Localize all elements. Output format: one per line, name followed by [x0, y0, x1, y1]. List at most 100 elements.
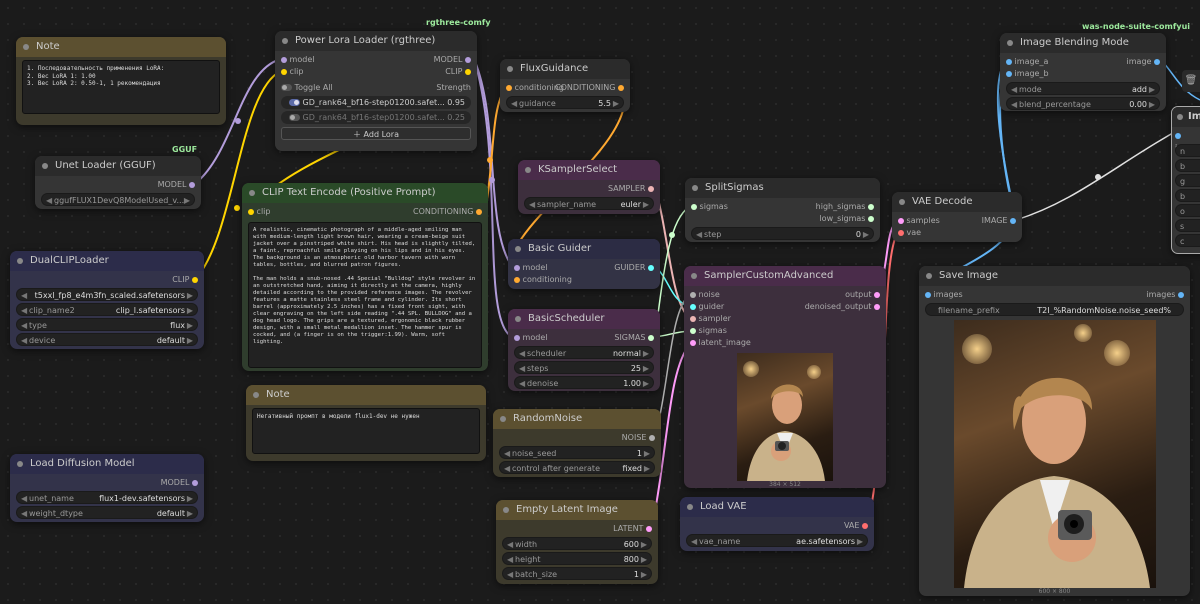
- input-guider[interactable]: guider: [690, 301, 724, 313]
- toggle-all[interactable]: Toggle All: [281, 82, 333, 94]
- output-conditioning[interactable]: CONDITIONING: [413, 206, 482, 218]
- partial-widget-5[interactable]: o: [1175, 204, 1200, 217]
- collapse-dot-icon[interactable]: [500, 416, 506, 422]
- collapse-dot-icon[interactable]: [42, 163, 48, 169]
- sampler-custom-advanced-node[interactable]: SamplerCustomAdvanced noise output guide…: [684, 266, 886, 488]
- clip-type-select[interactable]: ◀ type flux ▶: [16, 318, 198, 331]
- partial-widget-4[interactable]: b: [1175, 189, 1200, 202]
- output-model[interactable]: MODEL: [434, 54, 471, 66]
- prompt-textarea[interactable]: A realistic, cinematic photograph of a m…: [248, 222, 482, 368]
- input-image-b[interactable]: image_b: [1006, 68, 1049, 80]
- weight-dtype-select[interactable]: ◀ weight_dtype default ▶: [16, 506, 198, 519]
- width-widget[interactable]: ◀ width 600 ▶: [502, 537, 652, 550]
- input-image-a[interactable]: image_a: [1006, 56, 1048, 68]
- partial-widget-1[interactable]: n: [1175, 144, 1200, 157]
- collapse-dot-icon[interactable]: [692, 185, 698, 191]
- scheduler-select[interactable]: ◀ scheduler normal ▶: [514, 346, 654, 359]
- random-noise-node[interactable]: RandomNoise NOISE ◀ noise_seed 1 ▶ ◀ control…: [493, 409, 661, 477]
- basic-scheduler-node[interactable]: BasicScheduler model SIGMAS ◀ scheduler no…: [508, 309, 660, 391]
- output-clip[interactable]: CLIP: [445, 66, 471, 78]
- collapse-dot-icon[interactable]: [507, 66, 513, 72]
- output-images[interactable]: images: [1146, 289, 1184, 301]
- collapse-dot-icon[interactable]: [1007, 40, 1013, 46]
- input-sigmas[interactable]: sigmas: [690, 325, 727, 337]
- collapse-dot-icon[interactable]: [253, 392, 259, 398]
- output-noise[interactable]: NOISE: [622, 432, 655, 444]
- control-after-generate-select[interactable]: ◀ control after generate fixed ▶: [499, 461, 655, 474]
- denoise-widget[interactable]: ◀ denoise 1.00 ▶: [514, 376, 654, 389]
- output-sampler[interactable]: SAMPLER: [608, 183, 654, 195]
- sampler-name-select[interactable]: ◀ sampler_name euler ▶: [524, 197, 654, 210]
- note-node-lora[interactable]: Note 1. Последовательность применения Lo…: [16, 37, 226, 125]
- clip-name2-select[interactable]: ◀ clip_name2 clip_l.safetensors ▶: [16, 303, 198, 316]
- collapse-dot-icon[interactable]: [525, 167, 531, 173]
- output-model[interactable]: MODEL: [158, 179, 195, 191]
- output-clip[interactable]: CLIP: [172, 274, 198, 286]
- output-guider[interactable]: GUIDER: [614, 262, 654, 274]
- collapse-dot-icon[interactable]: [691, 273, 697, 279]
- collapse-dot-icon[interactable]: [17, 461, 23, 467]
- clip-text-encode-node[interactable]: CLIP Text Encode (Positive Prompt) clip …: [242, 183, 488, 371]
- filename-prefix-input[interactable]: filename_prefix T2I_%RandomNoise.noise_se…: [925, 303, 1184, 316]
- input-model[interactable]: model: [514, 332, 547, 344]
- input-noise[interactable]: noise: [690, 289, 720, 301]
- preview-image[interactable]: [737, 353, 833, 481]
- dual-clip-loader-node[interactable]: DualCLIPLoader CLIP ◀ t5xxl_fp8_e4m3fn_sc…: [10, 251, 204, 349]
- clip-device-select[interactable]: ◀ device default ▶: [16, 333, 198, 346]
- output-low-sigmas[interactable]: low_sigmas: [819, 213, 874, 225]
- lora-row-2[interactable]: GD_rank64_bf16-step01200.safet... 0.25: [281, 111, 471, 124]
- output-vae[interactable]: VAE: [844, 520, 868, 532]
- lora-row-1[interactable]: GD_rank64_bf16-step01200.safet... 0.95: [281, 96, 471, 109]
- load-diffusion-model-node[interactable]: Load Diffusion Model MODEL ◀ unet_name flu…: [10, 454, 204, 522]
- output-sigmas[interactable]: SIGMAS: [614, 332, 654, 344]
- height-widget[interactable]: ◀ height 800 ▶: [502, 552, 652, 565]
- add-lora-button[interactable]: ＋ Add Lora: [281, 127, 471, 140]
- noise-seed-widget[interactable]: ◀ noise_seed 1 ▶: [499, 446, 655, 459]
- vae-name-select[interactable]: ◀ vae_name ae.safetensors ▶: [686, 534, 868, 547]
- ksampler-select-node[interactable]: KSamplerSelect SAMPLER ◀ sampler_name eule…: [518, 160, 660, 214]
- toggle-icon[interactable]: [289, 99, 300, 106]
- partial-widget-6[interactable]: s: [1175, 219, 1200, 232]
- collapse-dot-icon[interactable]: [1177, 114, 1183, 120]
- collapse-dot-icon[interactable]: [249, 190, 255, 196]
- collapse-dot-icon[interactable]: [899, 199, 905, 205]
- toggle-icon[interactable]: [289, 114, 300, 121]
- flux-guidance-node[interactable]: FluxGuidance conditioning CONDITIONING ◀…: [500, 59, 630, 112]
- output-latent[interactable]: LATENT: [613, 523, 652, 535]
- save-image-node[interactable]: Save Image images images filename_prefix…: [919, 266, 1190, 596]
- note-textarea[interactable]: Негативный промпт в модели flux1-dev не …: [252, 408, 480, 454]
- collapse-dot-icon[interactable]: [926, 273, 932, 279]
- mode-select[interactable]: ◀ mode add ▶: [1006, 82, 1160, 95]
- unet-loader-gguf-node[interactable]: Unet Loader (GGUF) MODEL ◀ ggufFLUX1DevQ8…: [35, 156, 201, 209]
- output-latent[interactable]: output: [845, 289, 880, 301]
- partial-right-node[interactable]: Im image n b g b o s c: [1171, 106, 1200, 254]
- note-node-negative[interactable]: Note Негативный промпт в модели flux1-de…: [246, 385, 486, 461]
- input-model[interactable]: model: [281, 54, 314, 66]
- gguf-model-select[interactable]: ◀ ggufFLUX1DevQ8ModelUsed_v... ▶: [41, 193, 195, 206]
- input-clip[interactable]: clip: [248, 206, 270, 218]
- output-image[interactable]: image: [1127, 56, 1160, 68]
- clip-name1-select[interactable]: ◀ t5xxl_fp8_e4m3fn_scaled.safetensors ▶: [16, 288, 198, 301]
- collapse-dot-icon[interactable]: [687, 504, 693, 510]
- image-blending-mode-node[interactable]: Image Blending Mode image_a image image_…: [1000, 33, 1166, 111]
- partial-widget-7[interactable]: c: [1175, 234, 1200, 247]
- vae-decode-node[interactable]: VAE Decode samples IMAGE vae: [892, 192, 1022, 242]
- split-sigmas-node[interactable]: SplitSigmas sigmas high_sigmas low_sigma…: [685, 178, 880, 242]
- trash-icon[interactable]: 🗑: [1182, 70, 1200, 92]
- input-latent-image[interactable]: latent_image: [690, 337, 751, 349]
- empty-latent-image-node[interactable]: Empty Latent Image LATENT ◀ width 600 ▶ ◀ he…: [496, 500, 658, 584]
- step-widget[interactable]: ◀ step 0 ▶: [691, 227, 874, 240]
- input-model[interactable]: model: [514, 262, 547, 274]
- collapse-dot-icon[interactable]: [503, 507, 509, 513]
- collapse-dot-icon[interactable]: [17, 258, 23, 264]
- output-model[interactable]: MODEL: [161, 477, 198, 489]
- basic-guider-node[interactable]: Basic Guider model GUIDER conditioning: [508, 239, 660, 289]
- blend-percentage-widget[interactable]: ◀ blend_percentage 0.00 ▶: [1006, 97, 1160, 110]
- guidance-widget[interactable]: ◀ guidance 5.5 ▶: [506, 96, 624, 109]
- partial-widget-2[interactable]: b: [1175, 159, 1200, 172]
- input-sampler[interactable]: sampler: [690, 313, 731, 325]
- collapse-dot-icon[interactable]: [515, 246, 521, 252]
- batch-size-widget[interactable]: ◀ batch_size 1 ▶: [502, 567, 652, 580]
- partial-widget-3[interactable]: g: [1175, 174, 1200, 187]
- steps-widget[interactable]: ◀ steps 25 ▶: [514, 361, 654, 374]
